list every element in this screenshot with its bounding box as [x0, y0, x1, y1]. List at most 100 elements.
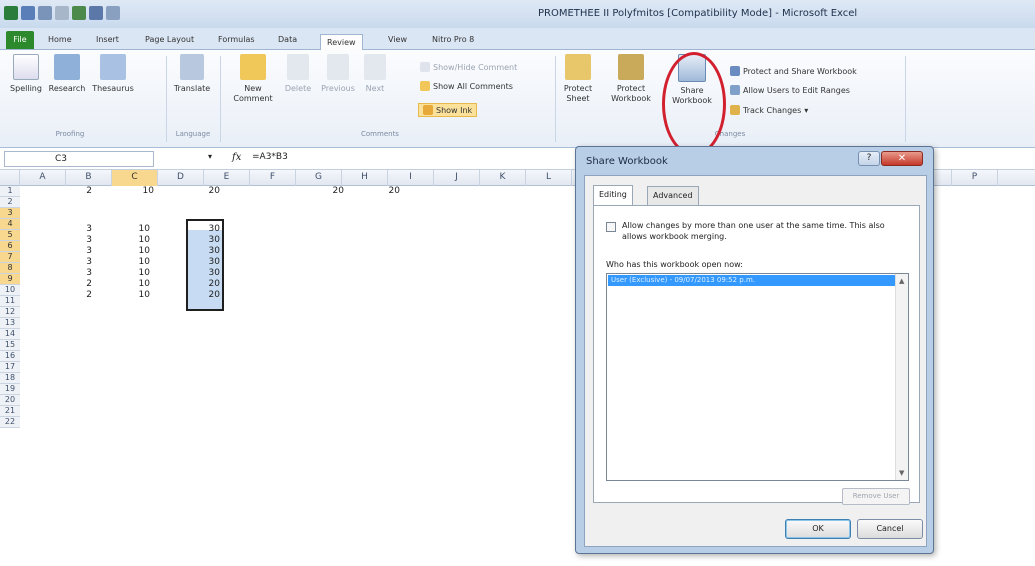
cell-c8[interactable]: 20 — [112, 279, 220, 290]
row-header[interactable]: 7 — [0, 252, 20, 263]
row-header[interactable]: 16 — [0, 351, 20, 362]
row-header[interactable]: 10 — [0, 285, 20, 296]
translate-button[interactable]: Translate — [172, 54, 212, 94]
row-header[interactable]: 13 — [0, 318, 20, 329]
spelling-button[interactable]: Spelling — [6, 54, 46, 94]
row-header[interactable]: 4 — [0, 219, 20, 230]
formula-input[interactable]: =A3*B3 — [252, 152, 288, 162]
column-header[interactable]: J — [434, 170, 480, 186]
cell-f1[interactable]: 20 — [296, 186, 400, 197]
scroll-down-icon[interactable]: ▼ — [899, 469, 904, 477]
column-header[interactable]: E — [204, 170, 250, 186]
column-header[interactable]: B — [66, 170, 112, 186]
tab-page-layout[interactable]: Page Layout — [145, 32, 194, 48]
allow-changes-checkbox[interactable] — [606, 222, 616, 232]
namebox-dropdown-icon[interactable]: ▾ — [208, 152, 212, 161]
close-button[interactable]: ✕ — [881, 151, 923, 166]
row-header[interactable]: 21 — [0, 406, 20, 417]
list-scrollbar[interactable]: ▲ ▼ — [895, 274, 908, 480]
scroll-up-icon[interactable]: ▲ — [899, 277, 904, 285]
row-header[interactable]: 5 — [0, 230, 20, 241]
editing-panel: Allow changes by more than one user at t… — [593, 205, 920, 505]
research-button[interactable]: Research — [46, 54, 88, 94]
share-icon[interactable] — [72, 6, 86, 20]
row-header[interactable]: 12 — [0, 307, 20, 318]
row-header[interactable]: 11 — [0, 296, 20, 307]
column-header[interactable]: L — [526, 170, 572, 186]
row-header[interactable]: 22 — [0, 417, 20, 428]
cell-c4[interactable]: 30 — [112, 235, 220, 246]
cell-c9[interactable]: 20 — [112, 290, 220, 301]
row-header[interactable]: 8 — [0, 263, 20, 274]
track-changes-button[interactable]: Track Changes ▾ — [730, 105, 808, 115]
cancel-button[interactable]: Cancel — [857, 519, 923, 539]
column-header[interactable]: H — [342, 170, 388, 186]
cell-c6[interactable]: 30 — [112, 257, 220, 268]
thesaurus-icon — [100, 54, 126, 80]
tab-advanced[interactable]: Advanced — [647, 186, 699, 205]
show-hide-comment-button[interactable]: Show/Hide Comment — [420, 62, 517, 72]
protect-share-workbook-button[interactable]: Protect and Share Workbook — [730, 66, 857, 76]
row-header[interactable]: 3 — [0, 208, 20, 219]
row-header[interactable]: 15 — [0, 340, 20, 351]
redo-icon[interactable] — [55, 6, 69, 20]
previous-comment-button[interactable]: Previous — [318, 54, 358, 94]
protect-sheet-button[interactable]: Protect Sheet — [560, 54, 596, 104]
column-header[interactable]: I — [388, 170, 434, 186]
list-item[interactable]: User (Exclusive) - 09/07/2013 09:52 p.m. — [608, 275, 896, 286]
cell-c7[interactable]: 30 — [112, 268, 220, 279]
function-icon[interactable]: fx — [232, 152, 241, 163]
tab-editing[interactable]: Editing — [593, 185, 633, 206]
cell-c1[interactable]: 20 — [112, 186, 220, 197]
column-header[interactable]: K — [480, 170, 526, 186]
row-header[interactable]: 18 — [0, 373, 20, 384]
delete-comment-button[interactable]: Delete — [280, 54, 316, 94]
allow-users-icon — [730, 85, 740, 95]
column-header[interactable]: P — [952, 170, 998, 186]
thesaurus-button[interactable]: Thesaurus — [90, 54, 136, 94]
row-header[interactable]: 1 — [0, 186, 20, 197]
allow-changes-label: Allow changes by more than one user at t… — [622, 221, 885, 241]
row-header[interactable]: 14 — [0, 329, 20, 340]
help-button[interactable]: ? — [858, 151, 880, 166]
customize-icon[interactable] — [106, 6, 120, 20]
highlight-circle — [662, 52, 726, 156]
cell-c3[interactable]: 30 — [112, 224, 220, 235]
protect-workbook-button[interactable]: Protect Workbook — [606, 54, 656, 104]
table-icon[interactable] — [89, 6, 103, 20]
show-ink-button[interactable]: Show Ink — [418, 103, 478, 117]
new-comment-button[interactable]: New Comment — [232, 54, 274, 104]
tab-review[interactable]: Review — [320, 34, 363, 51]
cell-c5[interactable]: 30 — [112, 246, 220, 257]
tab-view[interactable]: View — [388, 32, 407, 48]
column-header[interactable]: D — [158, 170, 204, 186]
column-header[interactable]: F — [250, 170, 296, 186]
tab-data[interactable]: Data — [278, 32, 297, 48]
tab-insert[interactable]: Insert — [96, 32, 119, 48]
name-box[interactable]: C3 — [4, 151, 154, 167]
row-header[interactable]: 9 — [0, 274, 20, 285]
undo-icon[interactable] — [38, 6, 52, 20]
ribbon-review: Spelling Research Thesaurus Proofing Tra… — [0, 50, 1035, 148]
user-list[interactable]: User (Exclusive) - 09/07/2013 09:52 p.m.… — [606, 273, 909, 481]
remove-user-button[interactable]: Remove User — [842, 488, 910, 505]
row-header[interactable]: 19 — [0, 384, 20, 395]
save-icon[interactable] — [21, 6, 35, 20]
tab-nitro[interactable]: Nitro Pro 8 — [432, 32, 474, 48]
show-hide-comment-icon — [420, 62, 430, 72]
column-header[interactable]: G — [296, 170, 342, 186]
tab-file[interactable]: File — [6, 31, 34, 49]
row-header[interactable]: 2 — [0, 197, 20, 208]
ok-button[interactable]: OK — [785, 519, 851, 539]
allow-users-edit-button[interactable]: Allow Users to Edit Ranges — [730, 85, 850, 95]
tab-home[interactable]: Home — [48, 32, 72, 48]
tab-formulas[interactable]: Formulas — [218, 32, 255, 48]
select-all-corner[interactable] — [0, 170, 20, 186]
row-header[interactable]: 6 — [0, 241, 20, 252]
row-header[interactable]: 20 — [0, 395, 20, 406]
show-all-comments-button[interactable]: Show All Comments — [420, 81, 513, 91]
next-comment-button[interactable]: Next — [360, 54, 390, 94]
column-header[interactable]: A — [20, 170, 66, 186]
column-header[interactable]: C — [112, 170, 158, 186]
row-header[interactable]: 17 — [0, 362, 20, 373]
